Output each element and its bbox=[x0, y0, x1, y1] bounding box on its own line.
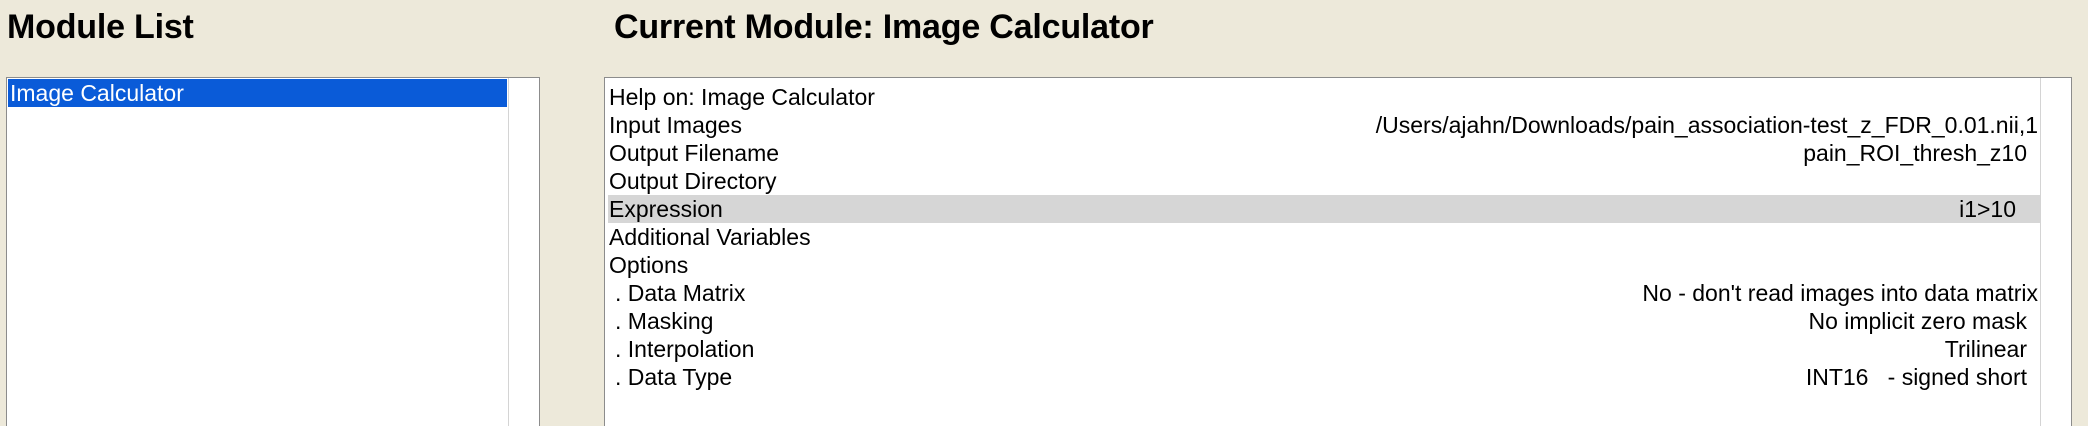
module-list: Image Calculator bbox=[8, 79, 509, 107]
row-output-directory-label: Output Directory bbox=[609, 168, 777, 194]
row-expression[interactable]: Expression i1>10 bbox=[608, 195, 2041, 223]
row-options[interactable]: Options bbox=[608, 251, 2041, 279]
row-output-filename-label: Output Filename bbox=[609, 140, 780, 166]
row-help[interactable]: Help on: Image Calculator bbox=[608, 83, 2041, 111]
row-data-type-label: . Data Type bbox=[615, 364, 733, 390]
row-data-matrix-value: No - don't read images into data matrix bbox=[1642, 280, 2038, 306]
row-data-matrix[interactable]: . Data Matrix No - don't read images int… bbox=[608, 279, 2041, 307]
row-masking-label: . Masking bbox=[615, 308, 714, 334]
row-input-images[interactable]: Input Images /Users/ajahn/Downloads/pain… bbox=[608, 111, 2041, 139]
module-settings-list: Help on: Image Calculator Input Images /… bbox=[608, 83, 2041, 391]
module-list-scrollbar[interactable] bbox=[508, 78, 539, 426]
row-data-type[interactable]: . Data Type INT16 - signed short bbox=[608, 363, 2041, 391]
row-interpolation[interactable]: . Interpolation Trilinear bbox=[608, 335, 2041, 363]
row-expression-label: Expression bbox=[609, 196, 723, 222]
module-list-item-image-calculator[interactable]: Image Calculator bbox=[8, 79, 507, 107]
row-input-images-label: Input Images bbox=[609, 112, 742, 138]
row-interpolation-value: Trilinear bbox=[1944, 336, 2027, 362]
row-expression-value: i1>10 bbox=[1959, 196, 2016, 222]
row-input-images-value: /Users/ajahn/Downloads/pain_association-… bbox=[1375, 112, 2038, 138]
row-masking-value: No implicit zero mask bbox=[1808, 308, 2027, 334]
row-additional-variables-label: Additional Variables bbox=[609, 224, 811, 250]
row-options-label: Options bbox=[609, 252, 689, 278]
row-help-label: Help on: Image Calculator bbox=[609, 84, 875, 110]
row-output-filename[interactable]: Output Filename pain_ROI_thresh_z10 bbox=[608, 139, 2041, 167]
module-list-title: Module List bbox=[7, 8, 194, 46]
row-output-directory[interactable]: Output Directory bbox=[608, 167, 2041, 195]
row-masking[interactable]: . Masking No implicit zero mask bbox=[608, 307, 2041, 335]
row-interpolation-label: . Interpolation bbox=[615, 336, 755, 362]
module-settings-scrollbar[interactable] bbox=[2040, 78, 2071, 426]
module-settings-panel: Help on: Image Calculator Input Images /… bbox=[604, 77, 2072, 426]
row-output-filename-value: pain_ROI_thresh_z10 bbox=[1803, 140, 2027, 166]
module-list-panel: Image Calculator bbox=[6, 77, 540, 426]
current-module-title: Current Module: Image Calculator bbox=[614, 8, 1154, 46]
row-additional-variables[interactable]: Additional Variables bbox=[608, 223, 2041, 251]
row-data-type-value: INT16 - signed short bbox=[1805, 364, 2027, 390]
row-data-matrix-label: . Data Matrix bbox=[615, 280, 746, 306]
